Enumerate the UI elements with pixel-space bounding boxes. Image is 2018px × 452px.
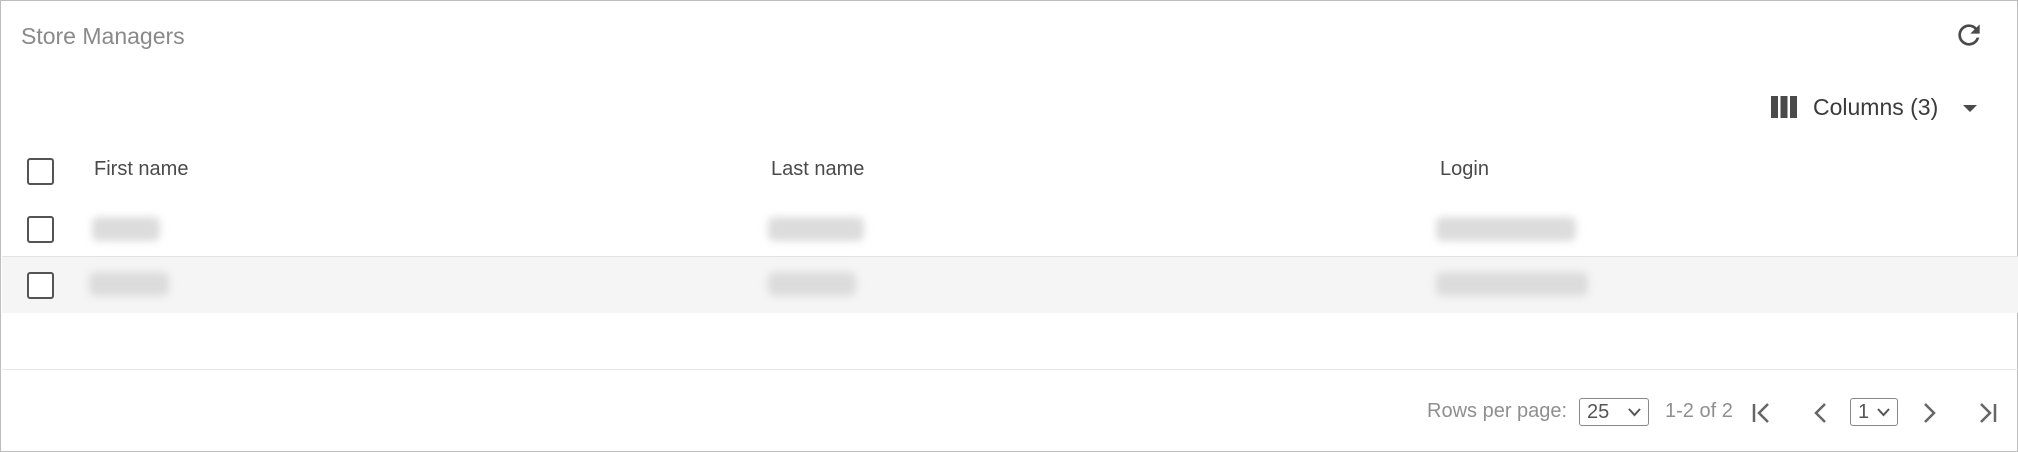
last-name-cell	[768, 217, 864, 241]
column-header-first-name[interactable]: First name	[94, 158, 188, 181]
last-page-button[interactable]	[1973, 398, 2003, 428]
page-select[interactable]: 1	[1850, 398, 1898, 426]
footer-divider	[2, 369, 2018, 370]
rows-per-page-select[interactable]: 25	[1579, 398, 1649, 426]
last-page-icon	[1980, 403, 1997, 423]
last-name-cell	[768, 272, 856, 296]
page-title: Store Managers	[21, 23, 185, 49]
row-checkbox[interactable]	[27, 216, 54, 243]
next-page-button[interactable]	[1914, 398, 1944, 428]
view-columns-icon	[1771, 96, 1797, 118]
next-page-icon	[1924, 403, 1936, 423]
first-name-cell	[89, 272, 169, 296]
previous-page-button[interactable]	[1806, 398, 1836, 428]
columns-label: Columns (3)	[1813, 93, 1939, 120]
table-row[interactable]	[2, 200, 2018, 257]
caret-down-icon	[1963, 105, 1978, 112]
store-managers-panel: Store Managers Columns (3) First name La…	[0, 0, 2018, 452]
rows-per-page-label: Rows per page:	[1427, 400, 1568, 422]
table-row[interactable]	[2, 256, 2018, 313]
previous-page-icon	[1814, 403, 1826, 423]
refresh-button[interactable]	[1953, 19, 1985, 51]
pagination-range: 1-2 of 2	[1665, 400, 1733, 422]
refresh-icon	[1958, 24, 1980, 46]
first-page-icon	[1752, 403, 1769, 423]
column-header-last-name[interactable]: Last name	[771, 158, 864, 181]
columns-menu-button[interactable]: Columns (3)	[1771, 87, 1980, 127]
chevron-down-icon	[1877, 408, 1890, 417]
select-all-checkbox[interactable]	[27, 158, 54, 185]
login-cell	[1436, 217, 1576, 241]
chevron-down-icon	[1628, 408, 1641, 417]
login-cell	[1436, 272, 1588, 296]
first-name-cell	[92, 217, 160, 241]
column-header-login[interactable]: Login	[1440, 158, 1489, 181]
rows-per-page-value: 25	[1587, 400, 1610, 423]
row-checkbox[interactable]	[27, 272, 54, 299]
page-value: 1	[1858, 400, 1870, 423]
first-page-button[interactable]	[1746, 398, 1776, 428]
